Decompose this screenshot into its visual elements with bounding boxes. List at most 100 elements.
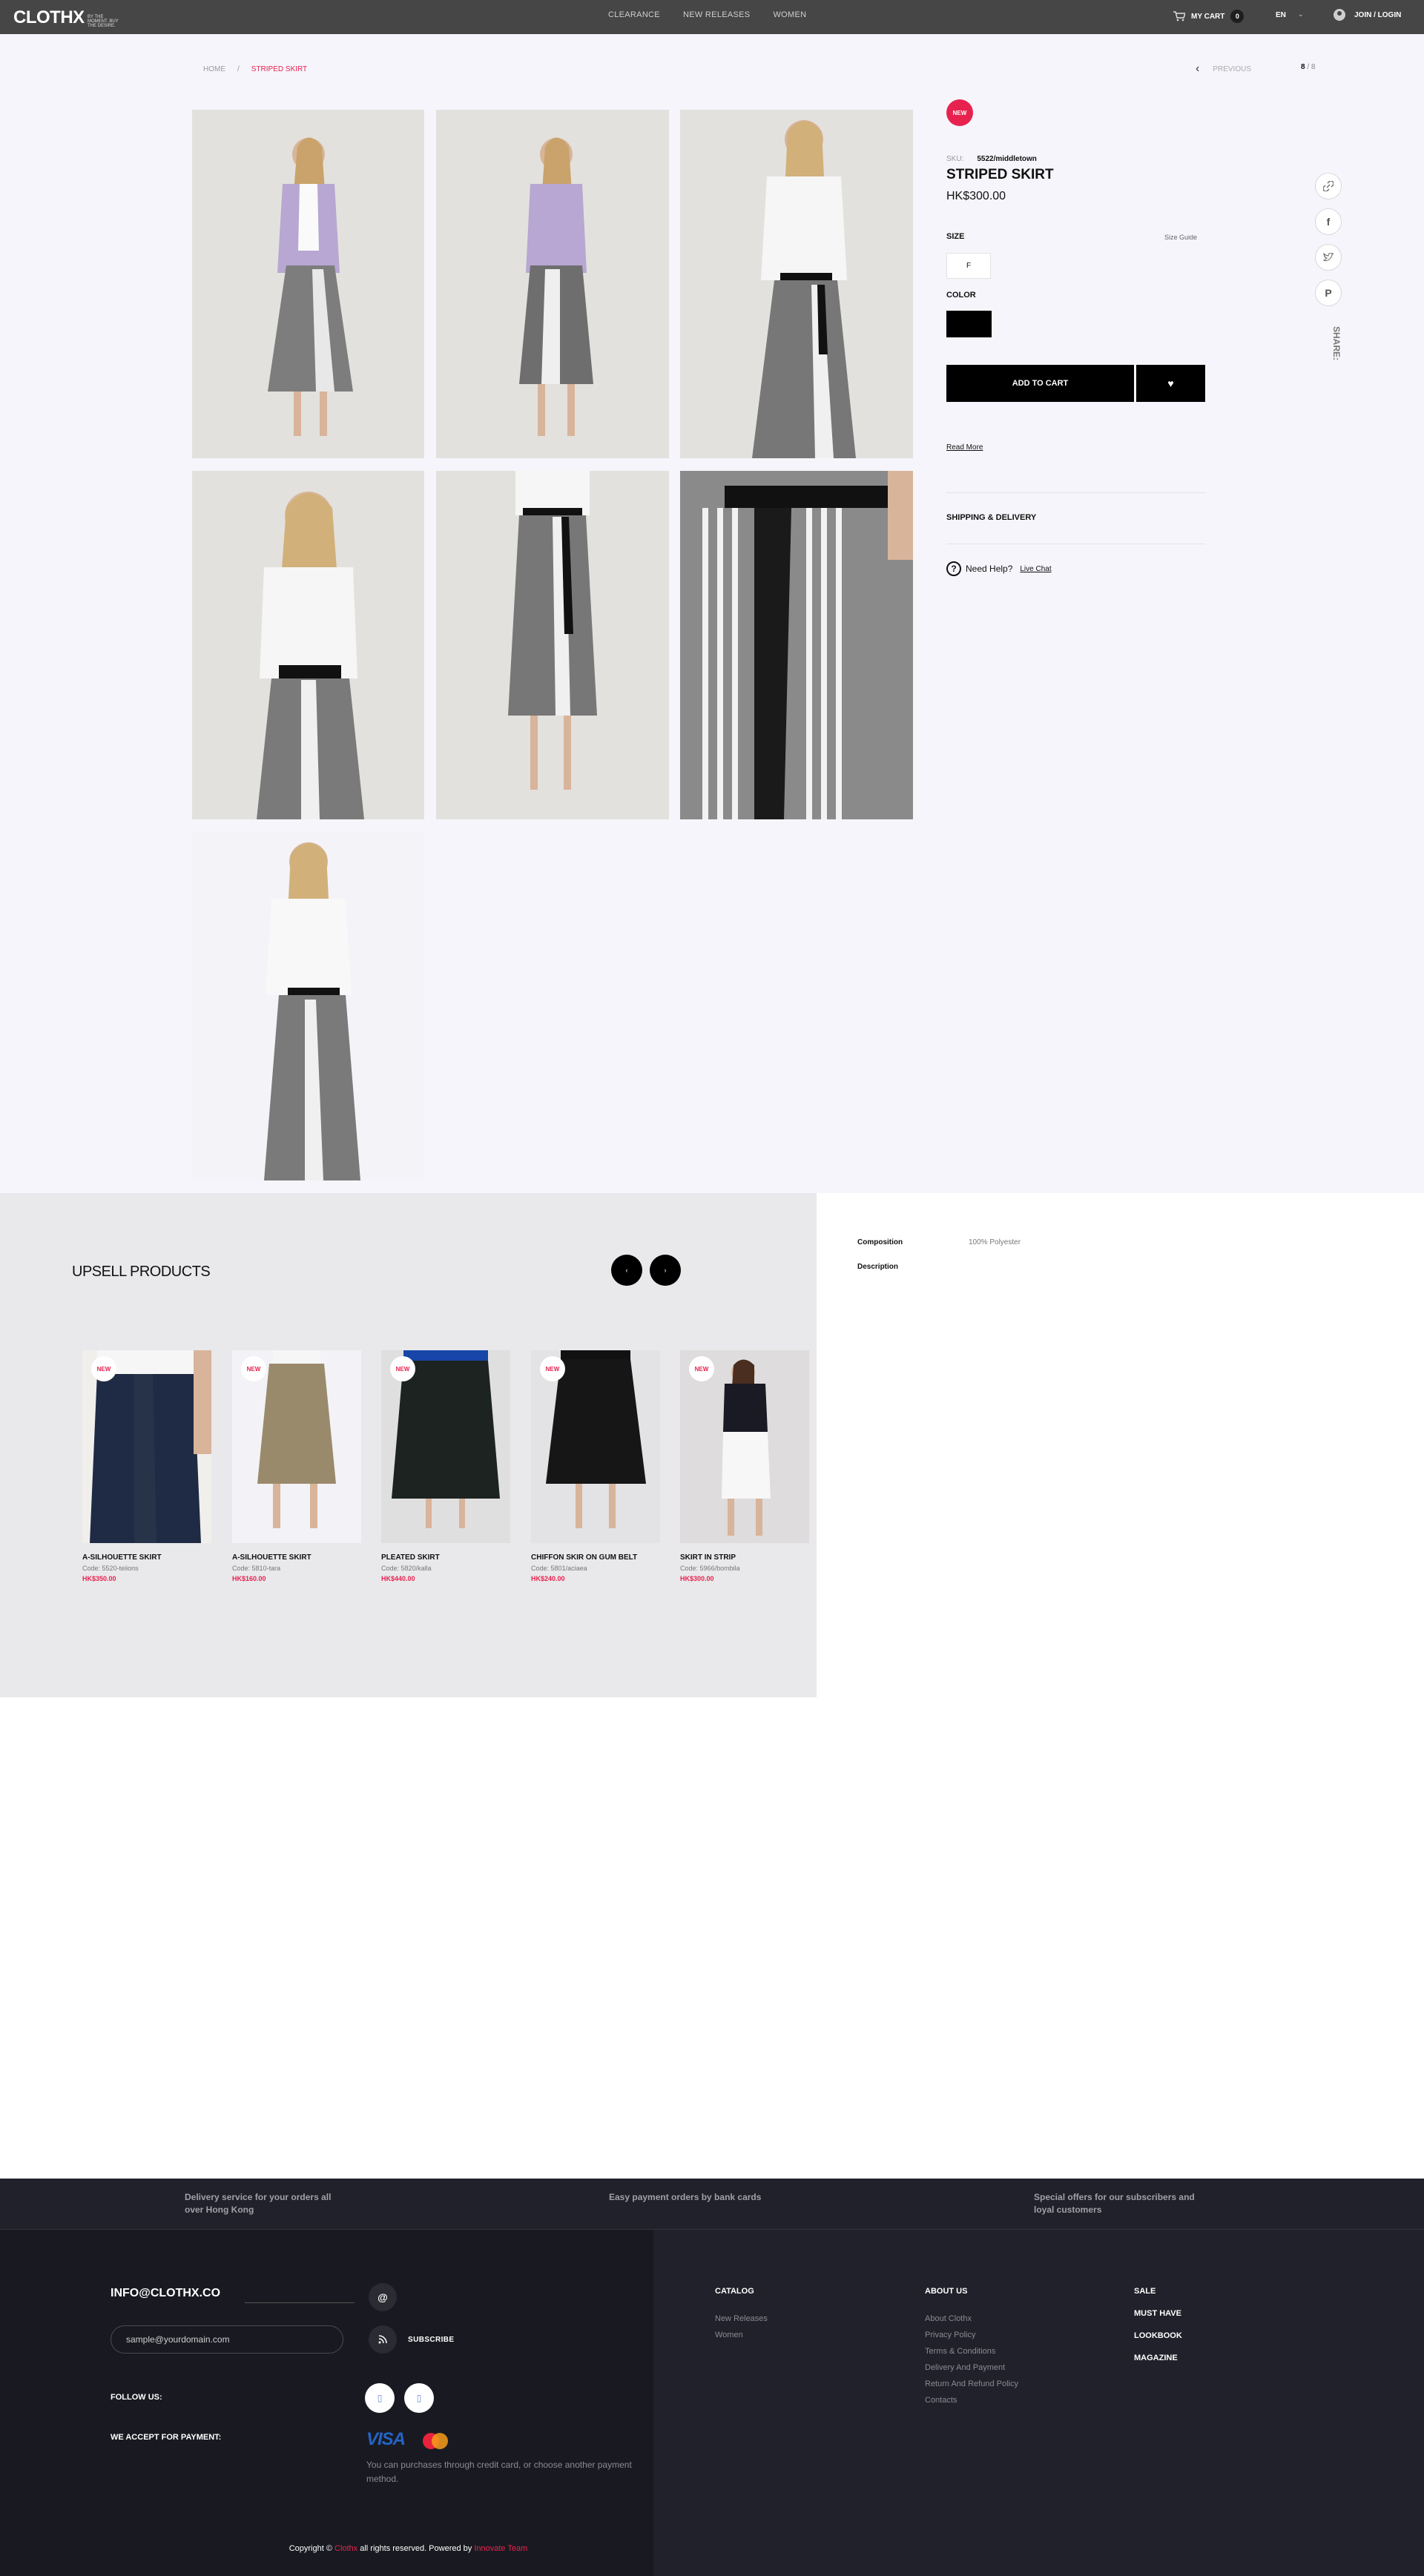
copyright-prefix: Copyright © xyxy=(289,2544,332,2553)
top-navigation-bar: CLOTHX BY THE MOMENT. BUY THE DESIRE. CL… xyxy=(0,0,1424,34)
cart-count-badge: 0 xyxy=(1230,10,1245,23)
code-value: 5520-teiions xyxy=(102,1565,139,1572)
add-to-cart-button[interactable]: ADD TO CART xyxy=(946,365,1134,402)
product-image-5[interactable] xyxy=(436,471,669,819)
upsell-image[interactable]: NEW xyxy=(381,1350,510,1543)
code-label: Code: xyxy=(680,1565,699,1572)
upsell-price: HK$350.00 xyxy=(82,1575,116,1582)
code-label: Code: xyxy=(531,1565,550,1572)
logo-tagline: BY THE MOMENT. BUY THE DESIRE. xyxy=(88,15,119,28)
footer-link-returns[interactable]: Return And Refund Policy xyxy=(925,2380,1018,2388)
login-label: JOIN / LOGIN xyxy=(1354,10,1402,19)
product-image-4[interactable] xyxy=(192,471,424,819)
new-badge: NEW xyxy=(540,1356,565,1381)
cart-label: MY CART xyxy=(1191,12,1225,21)
upsell-name[interactable]: A-SILHOUETTE SKIRT xyxy=(232,1553,361,1562)
rss-icon[interactable] xyxy=(369,2325,397,2354)
upsell-prev-button[interactable]: ‹ xyxy=(611,1255,642,1286)
powered-by-link[interactable]: Innovate Team xyxy=(474,2544,527,2553)
upsell-image[interactable]: NEW xyxy=(82,1350,211,1543)
breadcrumb: HOME / STRIPED SKIRT xyxy=(203,65,307,73)
upsell-next-button[interactable]: › xyxy=(650,1255,681,1286)
footer-link-about[interactable]: About Clothx xyxy=(925,2314,972,2323)
nav-women[interactable]: WOMEN xyxy=(773,10,806,19)
newsletter-email-input[interactable]: sample@yourdomain.com xyxy=(111,2325,343,2354)
footer-link-delivery[interactable]: Delivery And Payment xyxy=(925,2363,1005,2372)
about-heading: ABOUT US xyxy=(925,2287,968,2296)
footer-link-magazine[interactable]: MAGAZINE xyxy=(1134,2354,1178,2362)
main-nav: CLEARANCE NEW RELEASES WOMEN xyxy=(608,10,827,19)
breadcrumb-separator: / xyxy=(237,65,240,73)
chevron-left-icon: ‹ xyxy=(625,1266,628,1274)
previous-product-link[interactable]: ‹ PREVIOUS xyxy=(1196,62,1251,76)
contact-email[interactable]: INFO@CLOTHX.CO xyxy=(111,2287,220,2300)
upsell-card[interactable]: NEW A-SILHOUETTE SKIRT Code: 5810-tara H… xyxy=(232,1350,361,1582)
new-badge: NEW xyxy=(689,1356,714,1381)
upsell-name[interactable]: PLEATED SKIRT xyxy=(381,1553,510,1562)
new-badge: NEW xyxy=(390,1356,415,1381)
upsell-card[interactable]: NEW A-SILHOUETTE SKIRT Code: 5520-teiion… xyxy=(82,1350,211,1582)
follow-us-label: FOLLOW US: xyxy=(111,2393,162,2402)
new-badge: NEW xyxy=(946,99,973,126)
language-selector[interactable]: EN xyxy=(1276,11,1286,19)
upsell-image[interactable]: NEW xyxy=(680,1350,809,1543)
live-chat-link[interactable]: Live Chat xyxy=(1020,565,1051,573)
footer-link-sale[interactable]: SALE xyxy=(1134,2287,1156,2296)
subscribe-button[interactable]: SUBSCRIBE xyxy=(408,2336,455,2344)
upsell-name[interactable]: CHIFFON SKIR ON GUM BELT xyxy=(531,1553,660,1562)
product-image-2[interactable] xyxy=(436,110,669,458)
product-price: HK$300.00 xyxy=(946,190,1006,202)
mobile-app-icon[interactable]: ▯ xyxy=(365,2383,395,2413)
upsell-code: Code: 5820/kalla xyxy=(381,1565,510,1572)
size-guide-link[interactable]: Size Guide xyxy=(1164,234,1197,241)
feature-payment: Easy payment orders by bank cards xyxy=(609,2192,762,2202)
upsell-image[interactable]: NEW xyxy=(531,1350,660,1543)
nav-new-releases[interactable]: NEW RELEASES xyxy=(683,10,750,19)
pinterest-icon[interactable]: P xyxy=(1315,280,1342,306)
footer-link-women[interactable]: Women xyxy=(715,2331,743,2339)
wishlist-button[interactable]: ♥ xyxy=(1136,365,1205,402)
previous-label: PREVIOUS xyxy=(1213,65,1252,73)
code-label: Code: xyxy=(82,1565,101,1572)
upsell-card[interactable]: NEW PLEATED SKIRT Code: 5820/kalla HK$44… xyxy=(381,1350,510,1582)
footer-link-terms[interactable]: Terms & Conditions xyxy=(925,2347,995,2356)
clothx-logo[interactable]: CLOTHX xyxy=(13,7,85,28)
color-swatch[interactable] xyxy=(946,311,992,337)
footer-link-must-have[interactable]: MUST HAVE xyxy=(1134,2309,1181,2318)
product-image-1[interactable] xyxy=(192,110,424,458)
footer-link-lookbook[interactable]: LOOKBOOK xyxy=(1134,2331,1182,2340)
facebook-icon[interactable]: f xyxy=(1315,208,1342,235)
product-image-3[interactable] xyxy=(680,110,913,458)
nav-clearance[interactable]: CLEARANCE xyxy=(608,10,660,19)
mobile-app-icon[interactable]: ▯ xyxy=(404,2383,434,2413)
login-button[interactable]: JOIN / LOGIN xyxy=(1334,9,1401,21)
upsell-image[interactable]: NEW xyxy=(232,1350,361,1543)
sku-value: 5522/middletown xyxy=(977,155,1037,163)
breadcrumb-current: STRIPED SKIRT xyxy=(251,65,308,73)
footer-link-contacts[interactable]: Contacts xyxy=(925,2396,957,2405)
chevron-down-icon[interactable]: ⌄ xyxy=(1298,10,1304,19)
upsell-card[interactable]: NEW CHIFFON SKIR ON GUM BELT Code: 5801/… xyxy=(531,1350,660,1582)
footer-features: Delivery service for your orders all ove… xyxy=(0,2179,1424,2230)
footer-link-new-releases[interactable]: New Releases xyxy=(715,2314,768,2323)
product-image-7[interactable] xyxy=(192,832,424,1180)
cart-button[interactable]: MY CART 0 xyxy=(1173,10,1245,23)
breadcrumb-home[interactable]: HOME xyxy=(203,65,225,73)
footer-link-privacy[interactable]: Privacy Policy xyxy=(925,2331,975,2339)
user-icon xyxy=(1334,9,1345,21)
read-more-link[interactable]: Read More xyxy=(946,443,983,452)
copyright-brand[interactable]: Clothx xyxy=(334,2544,357,2553)
divider xyxy=(245,2302,355,2303)
shipping-delivery-toggle[interactable]: SHIPPING & DELIVERY xyxy=(946,513,1036,522)
upsell-name[interactable]: A-SILHOUETTE SKIRT xyxy=(82,1553,211,1562)
link-icon[interactable] xyxy=(1315,173,1342,199)
upsell-name[interactable]: SKIRT IN STRIP xyxy=(680,1553,809,1562)
catalog-heading: CATALOG xyxy=(715,2287,754,2296)
code-value: 5801/aciaea xyxy=(550,1565,587,1572)
at-icon[interactable]: @ xyxy=(369,2283,397,2311)
product-image-6[interactable] xyxy=(680,471,913,819)
new-badge: NEW xyxy=(91,1356,116,1381)
twitter-icon[interactable] xyxy=(1315,244,1342,271)
upsell-card[interactable]: NEW SKIRT IN STRIP Code: 5966/bombila HK… xyxy=(680,1350,809,1582)
size-option[interactable]: F xyxy=(946,253,991,279)
